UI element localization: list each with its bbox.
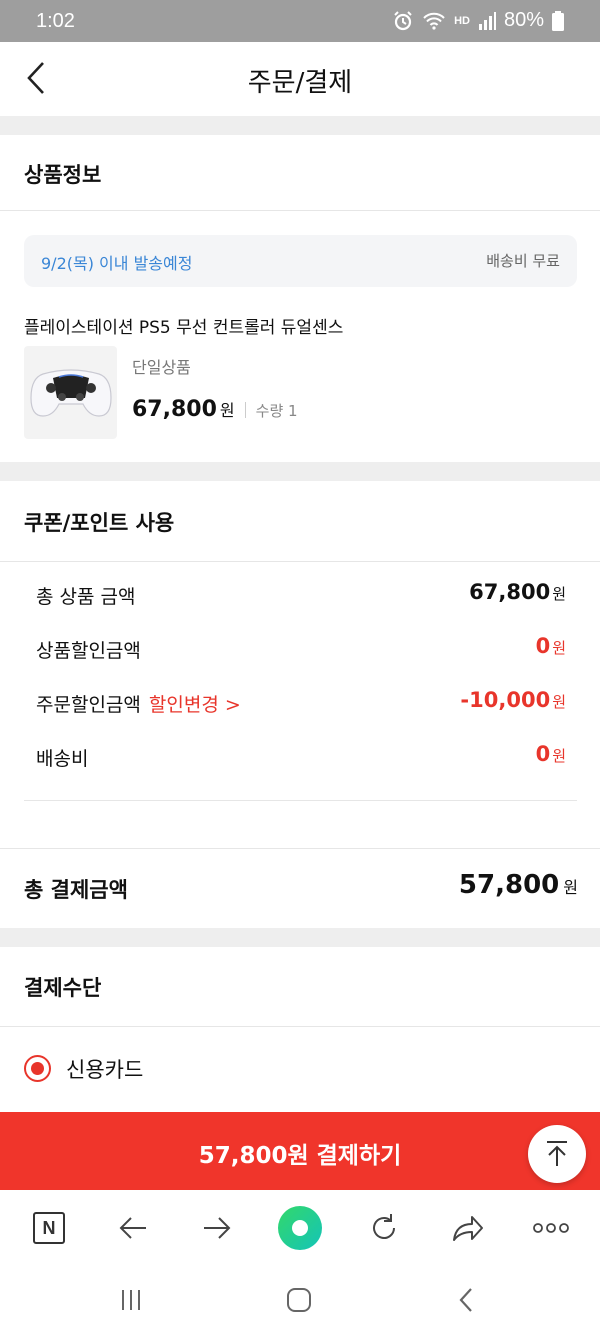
- sum-value: -10,000 원: [460, 688, 566, 712]
- sum-value: 0 원: [536, 634, 566, 658]
- pay-button[interactable]: 57,800원 결제하기: [0, 1112, 600, 1190]
- more-icon: [533, 1223, 569, 1233]
- section-gap: [0, 116, 600, 135]
- payment-section-title: 결제수단: [24, 976, 102, 1000]
- browser-toolbar: N: [0, 1190, 600, 1264]
- recent-apps-button[interactable]: [111, 1284, 151, 1316]
- sum-value: 67,800 원: [469, 580, 566, 604]
- refresh-icon: [373, 1214, 395, 1239]
- shipping-fee-row: 배송비 0 원: [36, 742, 566, 772]
- divider: [0, 210, 600, 211]
- status-icons: HD 80%: [392, 9, 564, 32]
- scroll-top-icon: [547, 1141, 567, 1166]
- controller-icon: [29, 368, 112, 417]
- product-price-unit: 원: [219, 401, 235, 420]
- battery-icon: [552, 10, 564, 31]
- credit-card-label[interactable]: 신용카드: [66, 1054, 143, 1084]
- product-option: 단일상품: [132, 358, 191, 377]
- product-price-row: 67,800 원 수량 1: [132, 397, 298, 422]
- alarm-icon: [394, 10, 412, 30]
- order-discount-label: 주문할인금액: [36, 694, 141, 716]
- system-home-button[interactable]: [279, 1284, 319, 1316]
- system-back-button[interactable]: [446, 1284, 486, 1316]
- sum-number: 0: [535, 742, 551, 766]
- product-image[interactable]: [24, 346, 117, 439]
- change-discount-link[interactable]: 할인변경 >: [149, 694, 241, 716]
- ship-fee: 배송비 무료: [486, 252, 560, 270]
- coupon-section-title[interactable]: 쿠폰/포인트 사용: [24, 507, 174, 537]
- app-header: 주문/결제: [0, 42, 600, 116]
- sum-number: 0: [535, 634, 551, 658]
- battery-text: 80%: [503, 9, 544, 31]
- order-discount-row: 주문할인금액 할인변경 > -10,000 원: [36, 688, 566, 718]
- signal-icon: [478, 11, 496, 30]
- qty-separator: [244, 401, 246, 418]
- product-name[interactable]: 플레이스테이션 PS5 무선 컨트롤러 듀얼센스: [24, 313, 343, 338]
- naver-icon: N: [33, 1212, 65, 1244]
- section-gap: [0, 462, 600, 481]
- hd-voice-label: HD: [454, 14, 470, 27]
- total-payment-label: 총 결제금액: [24, 878, 128, 902]
- share-icon: [453, 1216, 483, 1241]
- sum-unit: 원: [552, 747, 566, 765]
- scroll-top-button[interactable]: [528, 1125, 586, 1183]
- wifi-icon: [423, 12, 445, 30]
- sum-label: 총 상품 금액: [36, 586, 136, 608]
- naver-home-button[interactable]: N: [27, 1206, 71, 1250]
- divider: [0, 848, 600, 849]
- status-time: 1:02: [36, 10, 75, 32]
- sum-label: 주문할인금액 할인변경 >: [36, 690, 241, 717]
- total-product-amount-row: 총 상품 금액 67,800 원: [36, 580, 566, 610]
- more-button[interactable]: [529, 1206, 573, 1250]
- sum-value: 0 원: [536, 742, 566, 766]
- sum-label: 상품할인금액: [36, 640, 141, 662]
- sum-unit: 원: [552, 693, 566, 711]
- forward-arrow-icon: [204, 1217, 231, 1239]
- divider: [0, 561, 600, 562]
- pay-button-label: 57,800원 결제하기: [198, 1143, 402, 1169]
- product-quantity: 수량 1: [255, 402, 298, 420]
- product-discount-row: 상품할인금액 0 원: [36, 634, 566, 664]
- browser-forward-button[interactable]: [195, 1206, 239, 1250]
- back-arrow-icon: [119, 1217, 146, 1239]
- status-bar: 1:02 HD 80%: [0, 0, 600, 42]
- total-payment-unit: 원: [563, 878, 578, 897]
- divider: [24, 800, 577, 801]
- product-price: 67,800: [132, 397, 217, 422]
- product-section-title: 상품정보: [24, 163, 102, 187]
- refresh-button[interactable]: [362, 1206, 406, 1250]
- sum-number: -10,000: [460, 688, 551, 712]
- sum-unit: 원: [552, 585, 566, 603]
- ship-date: 9/2(목) 이내 발송예정: [41, 254, 193, 273]
- credit-card-radio[interactable]: [24, 1055, 51, 1082]
- recent-apps-icon: [122, 1290, 140, 1310]
- total-payment-number: 57,800: [458, 870, 560, 900]
- shipping-info-box: 9/2(목) 이내 발송예정 배송비 무료: [24, 235, 577, 287]
- home-ball-icon: [278, 1206, 322, 1250]
- page-title: 주문/결제: [247, 68, 353, 98]
- home-ball-center: [292, 1220, 308, 1236]
- section-gap: [0, 928, 600, 947]
- radio-selected-dot: [31, 1062, 44, 1075]
- home-icon: [287, 1288, 311, 1312]
- nav-back-icon: [459, 1288, 472, 1312]
- sum-unit: 원: [552, 639, 566, 657]
- total-payment-value: 57,800 원: [459, 870, 578, 900]
- sum-label: 배송비: [36, 748, 89, 770]
- browser-back-button[interactable]: [111, 1206, 155, 1250]
- sum-number: 67,800: [469, 580, 551, 604]
- share-button[interactable]: [446, 1206, 490, 1250]
- green-home-button[interactable]: [278, 1206, 322, 1250]
- system-navigation-bar: [0, 1264, 600, 1333]
- divider: [0, 1026, 600, 1027]
